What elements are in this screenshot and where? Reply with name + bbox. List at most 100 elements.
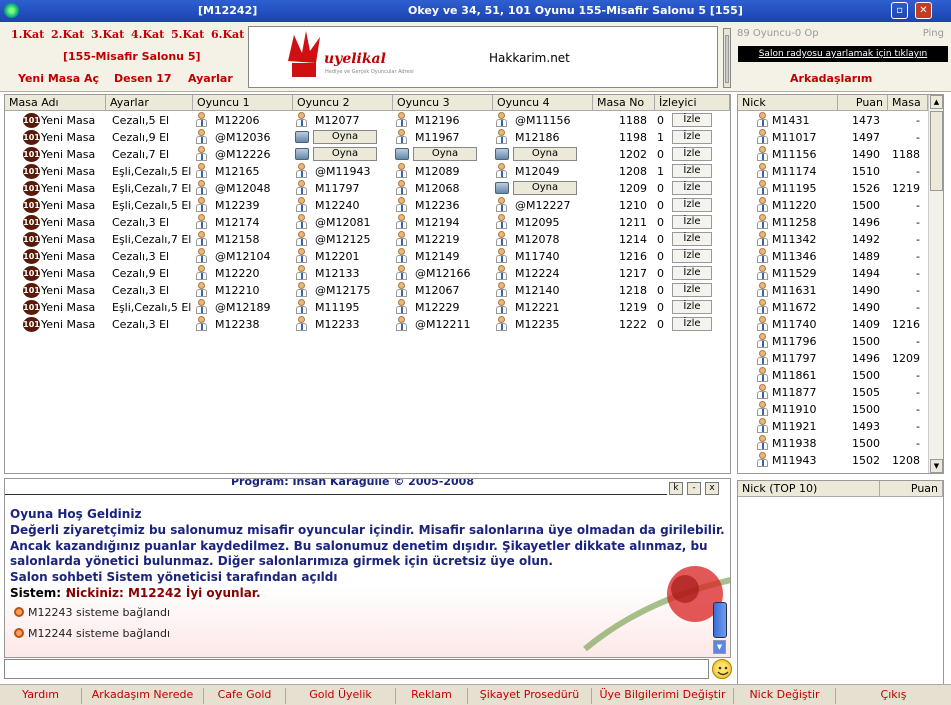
player-name[interactable]: M12233 bbox=[315, 318, 359, 331]
player-name[interactable]: M12240 bbox=[315, 199, 359, 212]
player-name[interactable]: M12089 bbox=[415, 165, 459, 178]
watch-button[interactable]: İzle bbox=[672, 164, 712, 178]
player-name[interactable]: @M11943 bbox=[315, 165, 370, 178]
nick-row[interactable]: M11740 1409 1216 bbox=[738, 316, 928, 333]
col-player-1[interactable]: Oyuncu 1 bbox=[193, 95, 293, 111]
player-name[interactable]: M12210 bbox=[215, 284, 259, 297]
nick-list-scrollbar[interactable]: ▲ ▼ bbox=[928, 95, 943, 473]
player-name[interactable]: @M12175 bbox=[315, 284, 370, 297]
watch-button[interactable]: İzle bbox=[672, 130, 712, 144]
col-table-no[interactable]: Masa No bbox=[593, 95, 655, 111]
nick-row[interactable]: M11797 1496 1209 bbox=[738, 350, 928, 367]
scroll-down-icon[interactable]: ▼ bbox=[930, 459, 943, 473]
table-row[interactable]: 101 Yeni Masa Cezalı,9 El M12220 M12133 @M121… bbox=[5, 265, 730, 282]
player-name[interactable]: M12133 bbox=[315, 267, 359, 280]
col-viewers[interactable]: İzleyici bbox=[655, 95, 730, 111]
nick-row[interactable]: M11017 1497 - bbox=[738, 129, 928, 146]
player-name[interactable]: M12165 bbox=[215, 165, 259, 178]
player-name[interactable]: M12078 bbox=[515, 233, 559, 246]
nick-row[interactable]: M11631 1490 - bbox=[738, 282, 928, 299]
join-button[interactable]: Oyna bbox=[313, 130, 377, 144]
player-name[interactable]: M12049 bbox=[515, 165, 559, 178]
cafe-gold-button[interactable]: Cafe Gold bbox=[204, 688, 286, 704]
scroll-up-icon[interactable]: ▲ bbox=[930, 95, 943, 109]
nick-row[interactable]: M11943 1502 1208 bbox=[738, 452, 928, 469]
ad-banner[interactable]: uyelikal Hediye ve Gerçek Oyuncular Adre… bbox=[248, 26, 718, 88]
player-name[interactable]: M12239 bbox=[215, 199, 259, 212]
player-name[interactable]: M12158 bbox=[215, 233, 259, 246]
col-top10-nick[interactable]: Nick (TOP 10) bbox=[738, 481, 880, 497]
player-name[interactable]: M12219 bbox=[415, 233, 459, 246]
edit-profile-button[interactable]: Üye Bilgilerimi Değiştir bbox=[592, 688, 734, 704]
nick-row[interactable]: M11921 1493 - bbox=[738, 418, 928, 435]
col-points[interactable]: Puan bbox=[838, 95, 888, 111]
table-row[interactable]: 101 Yeni Masa Eşli,Cezalı,5 El @M12189 M1119… bbox=[5, 299, 730, 316]
floor-1-link[interactable]: 1.Kat bbox=[11, 28, 44, 41]
nick-row[interactable]: M11220 1500 - bbox=[738, 197, 928, 214]
chat-close-button[interactable]: x bbox=[705, 482, 719, 495]
watch-button[interactable]: İzle bbox=[672, 215, 712, 229]
player-name[interactable]: @M12125 bbox=[315, 233, 370, 246]
radio-settings-button[interactable]: Salon radyosu ayarlamak için tıklayın bbox=[738, 46, 948, 62]
floor-5-link[interactable]: 5.Kat bbox=[171, 28, 204, 41]
player-name[interactable]: @M12104 bbox=[215, 250, 270, 263]
nick-row[interactable]: M11796 1500 - bbox=[738, 333, 928, 350]
player-name[interactable]: M11797 bbox=[315, 182, 359, 195]
player-name[interactable]: M12201 bbox=[315, 250, 359, 263]
minimize-button[interactable]: ▫ bbox=[891, 2, 908, 19]
player-name[interactable]: M12095 bbox=[515, 216, 559, 229]
watch-button[interactable]: İzle bbox=[672, 317, 712, 331]
help-button[interactable]: Yardım bbox=[0, 688, 82, 704]
change-nick-button[interactable]: Nick Değiştir bbox=[734, 688, 836, 704]
player-name[interactable]: M12206 bbox=[215, 114, 259, 127]
player-name[interactable]: M12067 bbox=[415, 284, 459, 297]
nick-row[interactable]: M11938 1500 - bbox=[738, 435, 928, 452]
player-name[interactable]: M12194 bbox=[415, 216, 459, 229]
col-settings[interactable]: Ayarlar bbox=[106, 95, 193, 111]
chat-scrollbar[interactable]: ▼ bbox=[712, 602, 728, 656]
player-name[interactable]: M12140 bbox=[515, 284, 559, 297]
table-row[interactable]: 101 Yeni Masa Eşli,Cezalı,7 El M12158 @M1212… bbox=[5, 231, 730, 248]
player-name[interactable]: @M11156 bbox=[515, 114, 570, 127]
find-friend-button[interactable]: Arkadaşım Nerede bbox=[82, 688, 204, 704]
player-name[interactable]: @M12036 bbox=[215, 131, 270, 144]
player-name[interactable]: M12149 bbox=[415, 250, 459, 263]
chat-input[interactable] bbox=[4, 659, 709, 679]
nick-row[interactable]: M11258 1496 - bbox=[738, 214, 928, 231]
nick-row[interactable]: M11156 1490 1188 bbox=[738, 146, 928, 163]
nick-row[interactable]: M11346 1489 - bbox=[738, 248, 928, 265]
chat-scroll-thumb[interactable] bbox=[713, 602, 727, 638]
col-player-3[interactable]: Oyuncu 3 bbox=[393, 95, 493, 111]
player-name[interactable]: M12224 bbox=[515, 267, 559, 280]
smiley-icon[interactable] bbox=[712, 659, 732, 679]
join-button[interactable]: Oyna bbox=[513, 147, 577, 161]
nick-row[interactable]: M1431 1473 - bbox=[738, 112, 928, 129]
close-button[interactable]: ✕ bbox=[915, 2, 932, 19]
chat-minimize-button[interactable]: - bbox=[687, 482, 701, 495]
player-name[interactable]: M12077 bbox=[315, 114, 359, 127]
player-name[interactable]: M11195 bbox=[315, 301, 359, 314]
nick-row[interactable]: M11877 1505 - bbox=[738, 384, 928, 401]
join-button[interactable]: Oyna bbox=[513, 181, 577, 195]
player-name[interactable]: M12220 bbox=[215, 267, 259, 280]
player-name[interactable]: @M12211 bbox=[415, 318, 470, 331]
player-name[interactable]: M12196 bbox=[415, 114, 459, 127]
nick-row[interactable]: M11529 1494 - bbox=[738, 265, 928, 282]
scroll-thumb[interactable] bbox=[930, 111, 943, 191]
nick-row[interactable]: M11861 1500 - bbox=[738, 367, 928, 384]
nick-row[interactable]: M11910 1500 - bbox=[738, 401, 928, 418]
chat-scroll-down-icon[interactable]: ▼ bbox=[713, 640, 726, 654]
table-row[interactable]: 101 Yeni Masa Cezalı,9 El @M12036 Oyna M11967… bbox=[5, 129, 730, 146]
player-name[interactable]: @M12227 bbox=[515, 199, 570, 212]
gold-membership-button[interactable]: Gold Üyelik bbox=[286, 688, 396, 704]
watch-button[interactable]: İzle bbox=[672, 266, 712, 280]
player-name[interactable]: M12236 bbox=[415, 199, 459, 212]
player-name[interactable]: @M12081 bbox=[315, 216, 370, 229]
nick-row[interactable]: M11195 1526 1219 bbox=[738, 180, 928, 197]
watch-button[interactable]: İzle bbox=[672, 181, 712, 195]
table-row[interactable]: 101 Yeni Masa Eşli,Cezalı,7 El @M12048 M1179… bbox=[5, 180, 730, 197]
nick-row[interactable]: M11174 1510 - bbox=[738, 163, 928, 180]
watch-button[interactable]: İzle bbox=[672, 249, 712, 263]
table-row[interactable]: 101 Yeni Masa Cezalı,3 El @M12104 M12201 M121… bbox=[5, 248, 730, 265]
col-player-4[interactable]: Oyuncu 4 bbox=[493, 95, 593, 111]
